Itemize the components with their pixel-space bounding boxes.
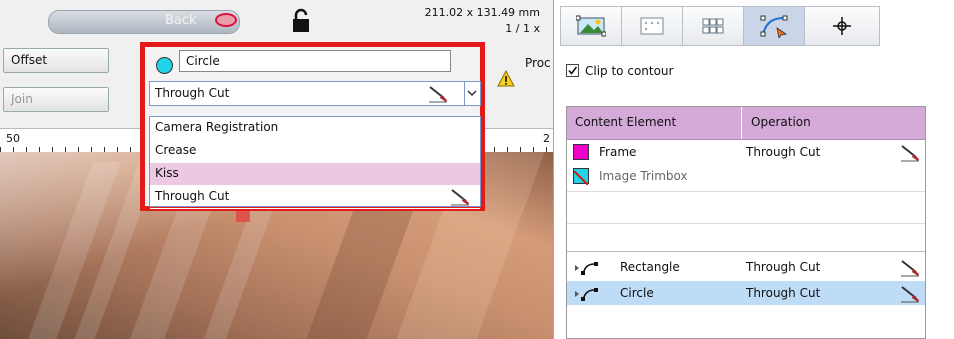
clip-to-contour-label[interactable]: Clip to contour xyxy=(585,64,673,78)
cutter-pen-icon xyxy=(901,286,919,303)
table-row[interactable]: Frame Through Cut xyxy=(567,140,925,164)
tab-path-node[interactable] xyxy=(744,7,805,45)
progress-bar xyxy=(48,10,240,34)
dimensions-readout: 211.02 x 131.49 mm xyxy=(424,6,540,19)
page-count-readout: 1 / 1 x xyxy=(505,22,540,35)
image-map-icon xyxy=(576,15,606,37)
tab-grid-blocks[interactable] xyxy=(683,7,744,45)
trimbox-swatch-icon xyxy=(573,168,589,186)
operation-dropdown-list: Camera Registration Crease Kiss Through … xyxy=(149,116,481,209)
join-button[interactable]: Join xyxy=(3,87,109,112)
row-divider xyxy=(567,223,925,224)
magenta-swatch-icon xyxy=(573,144,589,160)
path-node-icon xyxy=(760,15,788,38)
column-header-operation[interactable]: Operation xyxy=(751,115,811,129)
operation-popup: Circle Through Cut Camera Registration C… xyxy=(140,42,485,211)
dropdown-option-highlighted[interactable]: Kiss xyxy=(150,163,480,186)
dropdown-option-label: Through Cut xyxy=(155,189,230,203)
chevron-down-icon xyxy=(467,90,477,97)
registration-mark-icon xyxy=(833,17,851,35)
content-element-table: Content Element Operation Frame Through … xyxy=(566,106,926,339)
checkmark-icon xyxy=(568,66,578,75)
table-row-selected[interactable]: Circle Through Cut xyxy=(567,281,925,305)
dropdown-option[interactable]: Through Cut xyxy=(150,186,480,209)
path-expand-icon[interactable] xyxy=(573,287,603,301)
element-name: Rectangle xyxy=(620,260,680,274)
lock-icon[interactable] xyxy=(290,8,312,34)
cutter-pen-icon xyxy=(429,86,447,103)
grid-blocks-icon xyxy=(702,18,724,34)
element-name: Circle xyxy=(620,286,654,300)
table-header: Content Element Operation xyxy=(567,107,925,140)
section-divider xyxy=(567,251,925,252)
back-label[interactable]: Back xyxy=(165,13,197,28)
column-header-content-element[interactable]: Content Element xyxy=(575,115,676,129)
cutter-pen-icon xyxy=(901,260,919,277)
tab-image-map[interactable] xyxy=(561,7,622,45)
dropdown-option[interactable]: Crease xyxy=(150,140,480,163)
table-row[interactable]: Rectangle Through Cut xyxy=(567,255,925,279)
element-name: Image Trimbox xyxy=(599,169,688,183)
operation-select[interactable]: Through Cut xyxy=(149,81,465,106)
tab-grid-dots[interactable] xyxy=(622,7,683,45)
element-operation: Through Cut xyxy=(746,145,821,159)
dropdown-arrow-button[interactable] xyxy=(465,81,481,106)
path-expand-icon[interactable] xyxy=(573,261,603,275)
cutter-pen-icon xyxy=(901,145,919,162)
row-divider xyxy=(567,191,925,192)
dropdown-option[interactable]: Camera Registration xyxy=(150,117,480,140)
ruler-number: 50 xyxy=(6,132,20,145)
tool-tabbar xyxy=(560,6,880,46)
element-operation: Through Cut xyxy=(746,260,821,274)
cross-line-icon xyxy=(573,170,589,186)
color-swatch-circle[interactable] xyxy=(156,57,173,74)
ruler-number: 2 xyxy=(543,132,550,145)
proc-label: Proc xyxy=(525,56,551,70)
grid-dots-icon xyxy=(640,17,664,35)
layout-canvas-panel: Back 211.02 x 131.49 mm 1 / 1 x Offset J… xyxy=(0,0,553,339)
table-row[interactable]: Image Trimbox xyxy=(567,164,925,188)
element-operation: Through Cut xyxy=(746,286,821,300)
properties-panel: Clip to contour Content Element Operatio… xyxy=(553,0,954,339)
warning-icon xyxy=(497,70,515,87)
element-name: Frame xyxy=(599,145,637,159)
element-name-field[interactable]: Circle xyxy=(179,50,451,72)
back-ellipse-icon[interactable] xyxy=(215,13,237,27)
cutter-pen-icon xyxy=(451,189,469,206)
column-divider[interactable] xyxy=(741,107,742,139)
tab-registration-mark[interactable] xyxy=(805,7,879,45)
clip-to-contour-checkbox[interactable] xyxy=(566,64,579,77)
offset-button[interactable]: Offset xyxy=(3,48,109,73)
